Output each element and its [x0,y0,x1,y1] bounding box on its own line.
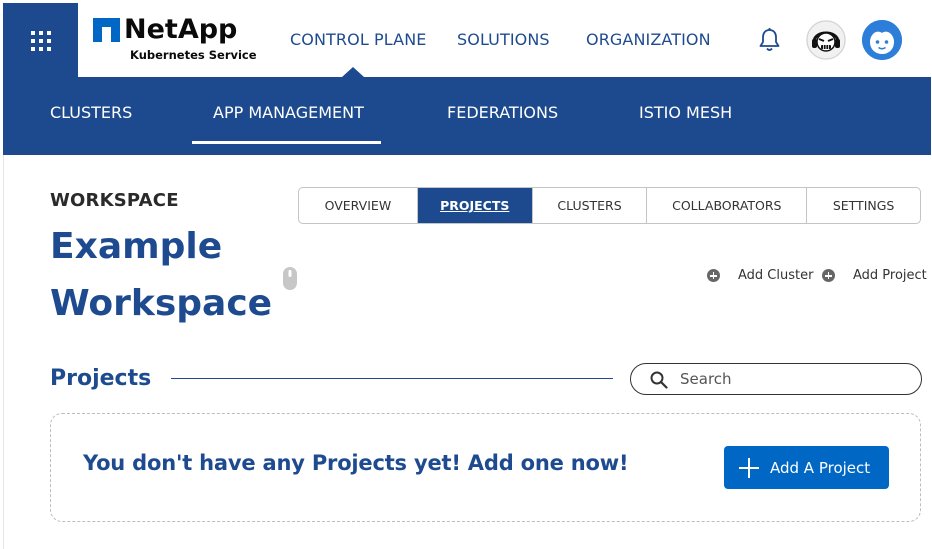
tab-settings[interactable]: SETTINGS [807,188,920,223]
projects-section-title: Projects [50,366,152,391]
bell-icon[interactable] [757,27,782,53]
search-icon [650,371,668,389]
add-a-project-button[interactable]: Add A Project [724,446,889,489]
empty-projects-panel: You don't have any Projects yet! Add one… [50,413,921,522]
topnav-solutions[interactable]: SOLUTIONS [457,30,550,49]
app-menu-button[interactable] [3,3,78,77]
add-project-action[interactable]: Add Project [822,268,927,283]
brand-logo[interactable]: NetApp Kubernetes Service [93,14,257,64]
section-divider [171,378,613,379]
tab-overview[interactable]: OVERVIEW [299,188,418,223]
search-input[interactable] [678,368,908,390]
empty-state-message: You don't have any Projects yet! Add one… [83,451,629,475]
brand-name: NetApp [124,14,238,45]
user-avatar[interactable] [862,20,902,60]
workspace-tabs: OVERVIEW PROJECTS CLUSTERS COLLABORATORS… [298,187,921,224]
brand-subtitle: Kubernetes Service [130,48,257,62]
grid-icon [31,31,51,51]
plus-icon [739,457,759,478]
active-subnav-underline [192,141,381,144]
add-cluster-action[interactable]: Add Cluster [707,268,813,283]
tab-clusters[interactable]: CLUSTERS [533,188,648,223]
mouse-icon [283,267,297,290]
secondary-nav: CLUSTERS APP MANAGEMENT FEDERATIONS ISTI… [3,77,931,155]
active-nav-indicator [342,67,364,77]
plus-circle-icon [822,269,835,282]
tab-collaborators[interactable]: COLLABORATORS [647,188,808,223]
top-header: NetApp Kubernetes Service CONTROL PLANE … [0,0,932,77]
plus-circle-icon [707,269,720,282]
support-agent-icon [806,20,846,60]
subnav-federations[interactable]: FEDERATIONS [447,103,558,122]
subnav-clusters[interactable]: CLUSTERS [50,103,132,122]
user-face-icon [862,20,902,60]
page-left-border [3,155,4,549]
add-project-label: Add Project [853,268,927,283]
support-avatar[interactable] [806,20,846,60]
topnav-control-plane[interactable]: CONTROL PLANE [290,30,426,49]
workspace-label: WORKSPACE [50,190,179,211]
subnav-istio-mesh[interactable]: ISTIO MESH [639,103,732,122]
topnav-organization[interactable]: ORGANIZATION [586,30,711,49]
tab-projects[interactable]: PROJECTS [417,188,533,223]
subnav-app-management[interactable]: APP MANAGEMENT [213,103,364,122]
workspace-title: Example Workspace [50,226,273,324]
add-a-project-label: Add A Project [770,458,871,477]
search-box[interactable] [630,363,922,395]
add-cluster-label: Add Cluster [738,268,814,283]
netapp-logo-icon [93,18,120,42]
